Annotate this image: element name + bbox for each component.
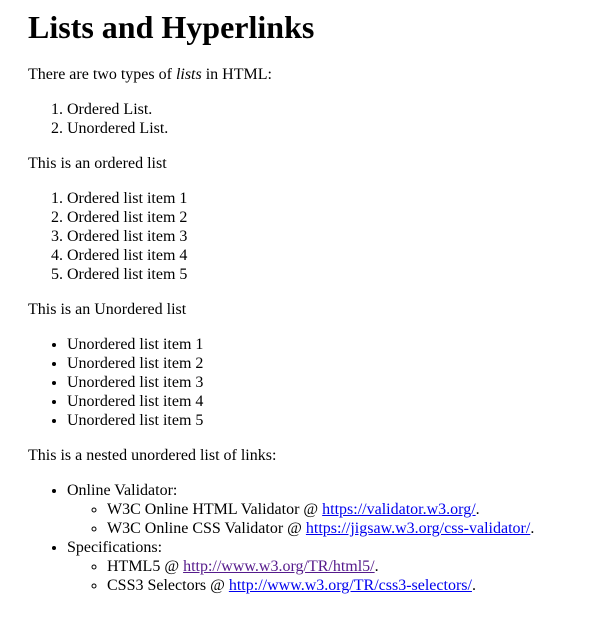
list-item: Unordered list item 3	[67, 373, 612, 392]
link-list-item: W3C Online CSS Validator @ https://jigsa…	[107, 519, 612, 538]
link-prefix: W3C Online CSS Validator @	[107, 520, 306, 537]
html-validator-link[interactable]: https://validator.w3.org/	[322, 501, 475, 518]
list-item: Unordered list item 2	[67, 354, 612, 373]
list-item: Ordered list item 3	[67, 227, 612, 246]
nested-heading: This is a nested unordered list of links…	[28, 447, 277, 464]
list-item: Ordered list item 2	[67, 208, 612, 227]
list-types-ordered-list: Ordered List. Unordered List.	[28, 100, 612, 138]
list-item: Ordered list item 5	[67, 265, 612, 284]
nested-sublist: HTML5 @ http://www.w3.org/TR/html5/. CSS…	[67, 557, 612, 595]
list-item: Unordered list item 5	[67, 411, 612, 430]
nested-group-label: Online Validator:	[67, 482, 178, 499]
list-item: Unordered List.	[67, 119, 612, 138]
intro-emphasis: lists	[175, 66, 202, 83]
nested-sublist: W3C Online HTML Validator @ https://vali…	[67, 500, 612, 538]
nested-group-online-validator: Online Validator: W3C Online HTML Valida…	[67, 481, 612, 538]
list-item: Unordered list item 1	[67, 335, 612, 354]
link-list-item: HTML5 @ http://www.w3.org/TR/html5/.	[107, 557, 612, 576]
link-prefix: CSS3 Selectors @	[107, 577, 229, 594]
list-item: Ordered list item 4	[67, 246, 612, 265]
link-suffix: .	[530, 520, 535, 537]
document-page: Lists and Hyperlinks There are two types…	[0, 8, 612, 595]
css3-selectors-spec-link[interactable]: http://www.w3.org/TR/css3-selectors/	[229, 577, 472, 594]
list-item: Ordered list item 1	[67, 189, 612, 208]
link-prefix: HTML5 @	[107, 558, 184, 575]
link-list-item: CSS3 Selectors @ http://www.w3.org/TR/cs…	[107, 576, 612, 595]
css-validator-link[interactable]: https://jigsaw.w3.org/css-validator/	[306, 520, 530, 537]
list-item: Ordered List.	[67, 100, 612, 119]
link-suffix: .	[374, 558, 379, 575]
intro-text-before: There are two types of	[28, 66, 176, 83]
unordered-heading: This is an Unordered list	[28, 301, 187, 318]
list-item: Unordered list item 4	[67, 392, 612, 411]
intro-text-after: in HTML:	[201, 66, 272, 83]
page-title: Lists and Hyperlinks	[28, 9, 315, 45]
unordered-list: Unordered list item 1 Unordered list ite…	[28, 335, 612, 430]
link-suffix: .	[475, 501, 480, 518]
ordered-heading: This is an ordered list	[28, 155, 167, 172]
nested-group-label: Specifications:	[67, 539, 163, 556]
intro-paragraph: There are two types of lists in HTML:	[28, 65, 612, 84]
ordered-list: Ordered list item 1 Ordered list item 2 …	[28, 189, 612, 284]
link-list-item: W3C Online HTML Validator @ https://vali…	[107, 500, 612, 519]
link-prefix: W3C Online HTML Validator @	[107, 501, 323, 518]
link-suffix: .	[471, 577, 476, 594]
html5-spec-link[interactable]: http://www.w3.org/TR/html5/	[183, 558, 375, 575]
nested-group-specifications: Specifications: HTML5 @ http://www.w3.or…	[67, 538, 612, 595]
nested-links-list: Online Validator: W3C Online HTML Valida…	[28, 481, 612, 595]
